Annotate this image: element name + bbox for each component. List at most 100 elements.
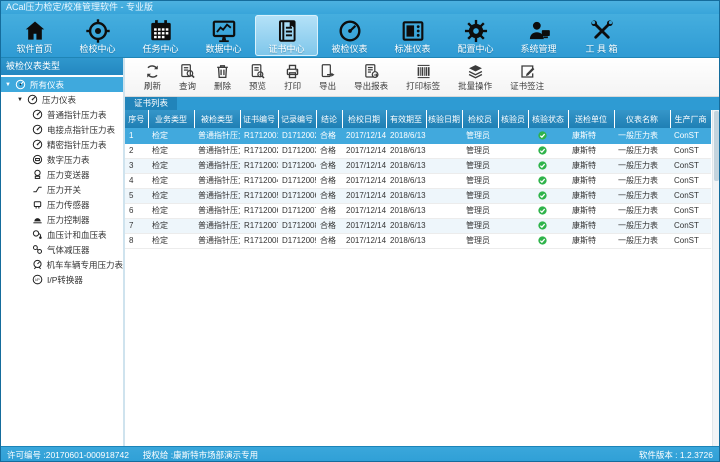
table-row[interactable]: 3检定普通指针压力表R1712003D1712004合格2017/12/1420… (125, 158, 711, 173)
tree-item[interactable]: 电接点指针压力表 (1, 122, 123, 137)
batch-operation-button[interactable]: 批量操作 (449, 60, 501, 96)
column-header[interactable]: 业务类型 (148, 110, 194, 128)
ribbon-item-software-home[interactable]: 软件首页 (3, 15, 66, 56)
tree-item[interactable]: 机车车辆专用压力表 (1, 257, 123, 272)
column-header[interactable]: 仪表名称 (614, 110, 670, 128)
green-verified-seal-icon (538, 236, 547, 245)
table-row[interactable]: 8检定普通指针压力表R1712008D1712009合格2017/12/1420… (125, 233, 711, 248)
tree-item[interactable]: 压力传感器 (1, 197, 123, 212)
table-vertical-scrollbar[interactable] (712, 110, 719, 446)
tree-item-label: 电接点指针压力表 (47, 124, 115, 136)
cell-manufacturer: ConST (670, 128, 711, 143)
ribbon-item-tested-instruments[interactable]: 被检仪表 (318, 15, 381, 56)
tree-item[interactable]: 普通指针压力表 (1, 107, 123, 122)
status-bar: 许可编号 :20170601-000918742 授权给 :康斯特市场部演示专用… (1, 446, 719, 462)
cell-verify_date (426, 233, 462, 248)
tree-item[interactable]: ▼所有仪表 (1, 77, 123, 92)
scrollbar-thumb[interactable] (714, 111, 719, 181)
cell-biz_type: 检定 (148, 203, 194, 218)
table-row[interactable]: 6检定普通指针压力表R1712006D1712007合格2017/12/1420… (125, 203, 711, 218)
cell-seq: 5 (125, 188, 148, 203)
switch-icon (31, 184, 44, 195)
cell-status (528, 158, 568, 173)
cell-valid_until: 2018/6/13 (386, 188, 426, 203)
tree-item[interactable]: 压力变送器 (1, 167, 123, 182)
tree-item-label: 压力控制器 (47, 214, 90, 226)
ribbon-item-toolbox[interactable]: 工 具 箱 (570, 15, 633, 56)
ribbon-item-calibration-center[interactable]: 检校中心 (66, 15, 129, 56)
cell-verify_date (426, 173, 462, 188)
ribbon-item-task-center[interactable]: 任务中心 (129, 15, 192, 56)
tree-item[interactable]: 气体减压器 (1, 242, 123, 257)
cell-seq: 8 (125, 233, 148, 248)
cell-rec_no: D1712004 (278, 158, 316, 173)
tree-item[interactable]: 压力控制器 (1, 212, 123, 227)
export-report-button[interactable]: 导出报表 (345, 60, 397, 96)
tree-item[interactable]: I/PI/P转换器 (1, 272, 123, 287)
blood-pressure-icon (31, 229, 44, 240)
ribbon-item-label: 数据中心 (205, 44, 241, 55)
cell-inst_name: 一般压力表 (614, 233, 670, 248)
preview-button[interactable]: 预览 (240, 60, 275, 96)
ribbon-item-label: 被检仪表 (331, 44, 367, 55)
certificate-sign-button[interactable]: 证书签注 (501, 60, 553, 96)
export-button[interactable]: 导出 (310, 60, 345, 96)
column-header[interactable]: 送检单位 (568, 110, 614, 128)
refresh-button[interactable]: 刷新 (135, 60, 170, 96)
cell-unit: 康斯特 (568, 203, 614, 218)
ribbon-item-config-center[interactable]: 配置中心 (444, 15, 507, 56)
print-button[interactable]: 打印 (275, 60, 310, 96)
cell-valid_until: 2018/6/13 (386, 233, 426, 248)
cell-inst_name: 一般压力表 (614, 158, 670, 173)
ribbon-item-standard-instruments[interactable]: 标准仪表 (381, 15, 444, 56)
column-header[interactable]: 生产厂商 (670, 110, 711, 128)
cell-cert_no: R1712003 (240, 158, 278, 173)
column-header[interactable]: 有效期至 (386, 110, 426, 128)
tab-certificate-list[interactable]: 证书列表 (125, 97, 177, 110)
ribbon-item-data-center[interactable]: 数据中心 (192, 15, 255, 56)
column-header[interactable]: 核验日期 (426, 110, 462, 128)
cell-cal_date: 2017/12/14 (342, 218, 386, 233)
table-row[interactable]: 1检定普通指针压力表R1712001D1712002合格2017/12/1420… (125, 128, 711, 143)
column-header[interactable]: 结论 (316, 110, 342, 128)
query-button[interactable]: 查询 (170, 60, 205, 96)
certificate-table: 序号业务类型被检类型证书编号记录编号结论检校日期有效期至核验日期检校员核验员核验… (125, 110, 712, 249)
cell-valid_until: 2018/6/13 (386, 158, 426, 173)
ribbon-item-label: 软件首页 (16, 44, 52, 55)
table-row[interactable]: 4检定普通指针压力表R1712004D1712005合格2017/12/1420… (125, 173, 711, 188)
window-titlebar[interactable]: ACal压力检定/校准管理软件 - 专业版 (1, 1, 719, 14)
table-row[interactable]: 7检定普通指针压力表R1712007D1712008合格2017/12/1420… (125, 218, 711, 233)
tree-item[interactable]: 精密指针压力表 (1, 137, 123, 152)
tree-item[interactable]: 血压计和血压表 (1, 227, 123, 242)
cell-inst_name: 一般压力表 (614, 128, 670, 143)
tree-item[interactable]: 数字压力表 (1, 152, 123, 167)
table-row[interactable]: 5检定普通指针压力表R1712005D1712006合格2017/12/1420… (125, 188, 711, 203)
cell-unit: 康斯特 (568, 158, 614, 173)
delete-button[interactable]: 删除 (205, 60, 240, 96)
cell-verify_date (426, 188, 462, 203)
table-row[interactable]: 2检定普通指针压力表R1712002D1712003合格2017/12/1420… (125, 143, 711, 158)
print-label-button[interactable]: 打印标签 (397, 60, 449, 96)
ribbon-item-certificate-center[interactable]: 证书中心 (255, 15, 318, 56)
digital-gauge-icon (31, 154, 44, 165)
column-header[interactable]: 核验状态 (528, 110, 568, 128)
column-header[interactable]: 核验员 (498, 110, 528, 128)
license-number: 许可编号 :20170601-000918742 (7, 449, 129, 461)
column-header[interactable]: 被检类型 (194, 110, 240, 128)
window-title: ACal压力检定/校准管理软件 - 专业版 (6, 2, 153, 12)
ribbon-item-system-management[interactable]: 系统管理 (507, 15, 570, 56)
tree-item[interactable]: 压力开关 (1, 182, 123, 197)
certificate-table-body: 1检定普通指针压力表R1712001D1712002合格2017/12/1420… (125, 128, 711, 248)
tree-item[interactable]: ▼压力仪表 (1, 92, 123, 107)
column-header[interactable]: 检校员 (462, 110, 498, 128)
column-header[interactable]: 序号 (125, 110, 148, 128)
column-header[interactable]: 记录编号 (278, 110, 316, 128)
column-header[interactable]: 检校日期 (342, 110, 386, 128)
expand-arrow-icon[interactable]: ▼ (5, 82, 11, 88)
column-header[interactable]: 证书编号 (240, 110, 278, 128)
cell-manufacturer: ConST (670, 188, 711, 203)
expand-arrow-icon[interactable]: ▼ (17, 97, 23, 103)
cell-manufacturer: ConST (670, 233, 711, 248)
cell-valid_until: 2018/6/13 (386, 218, 426, 233)
cell-verifier (498, 173, 528, 188)
